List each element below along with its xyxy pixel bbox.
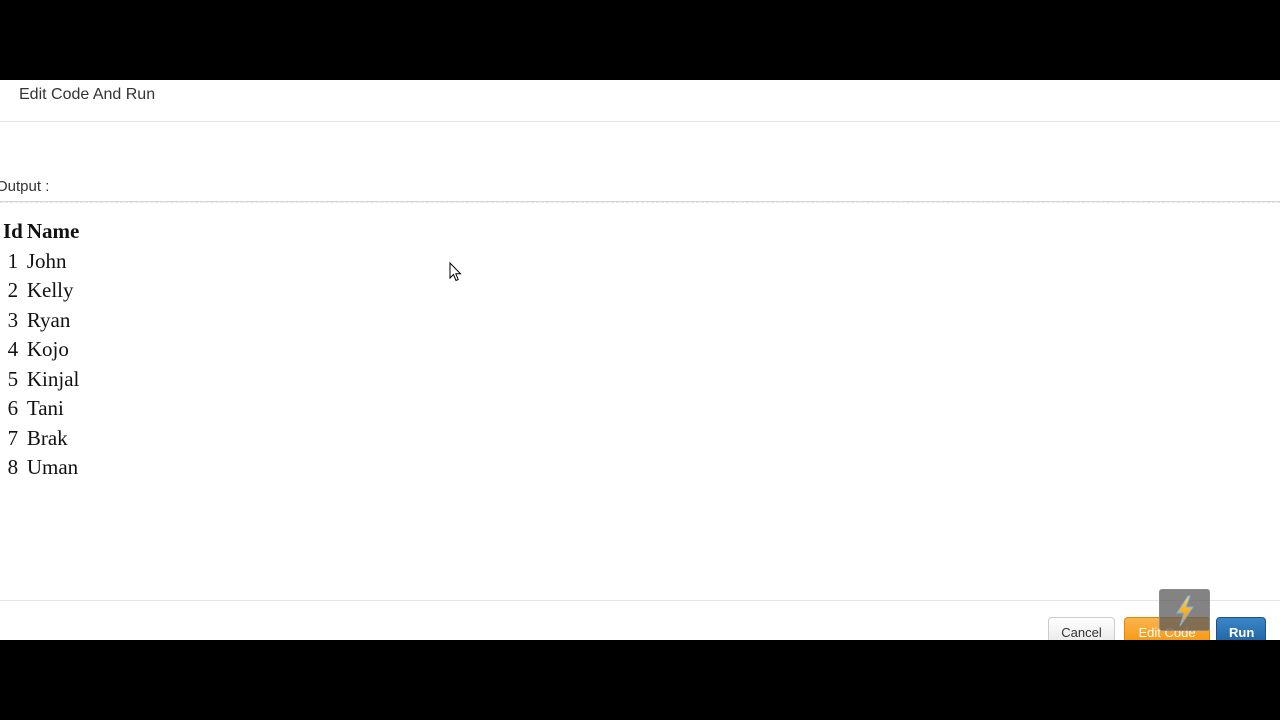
column-header-name: Name: [26, 219, 80, 243]
name-cell: Kelly: [26, 278, 74, 302]
letterbox-top: [0, 0, 1280, 80]
name-cell: Brak: [26, 425, 68, 450]
lightning-bolt-icon[interactable]: [1159, 589, 1210, 631]
name-cell: Kinjal: [26, 366, 80, 391]
name-cell: John: [26, 248, 67, 273]
id-cell: 6: [7, 396, 19, 420]
modal-footer: Cancel Edit Code Run: [0, 600, 1280, 640]
name-cell: Ryan: [26, 307, 71, 332]
name-cell: Uman: [26, 455, 79, 479]
id-cell: 5: [7, 366, 19, 391]
table-row: 4 Kojo: [2, 336, 80, 364]
table-row: 6 Tani: [2, 395, 80, 423]
id-cell: 4: [7, 337, 19, 361]
table-row: 2 Kelly: [2, 277, 80, 305]
table-row: 5 Kinjal: [2, 366, 80, 394]
output-table: Id Name 1 John 2 Kelly 3 Ryan 4 Kojo 5 K…: [0, 216, 82, 484]
table-row: 1 John: [2, 248, 80, 276]
column-header-id: Id: [3, 219, 23, 243]
id-cell: 1: [7, 248, 19, 273]
table-row: 7 Brak: [2, 425, 80, 453]
cancel-button[interactable]: Cancel: [1048, 617, 1115, 640]
table-row: 3 Ryan: [2, 307, 80, 335]
name-cell: Tani: [26, 396, 64, 420]
output-divider: [0, 201, 1280, 203]
id-cell: 7: [7, 425, 19, 450]
lightning-bolt-glyph: [1176, 595, 1194, 627]
edit-code-modal: Edit Code And Run Output : Id Name 1 Joh…: [0, 80, 1280, 640]
table-row: 8 Uman: [2, 454, 80, 482]
output-label: Output :: [0, 178, 50, 195]
id-cell: 2: [7, 278, 19, 302]
id-cell: 8: [7, 455, 19, 479]
modal-title: Edit Code And Run: [19, 86, 156, 103]
run-button[interactable]: Run: [1216, 617, 1266, 640]
mouse-pointer-icon: [449, 262, 462, 282]
letterbox-bottom: [0, 640, 1280, 720]
table-header-row: Id Name: [2, 218, 80, 246]
modal-header: Edit Code And Run: [0, 80, 1280, 122]
id-cell: 3: [7, 307, 19, 332]
name-cell: Kojo: [26, 337, 69, 361]
